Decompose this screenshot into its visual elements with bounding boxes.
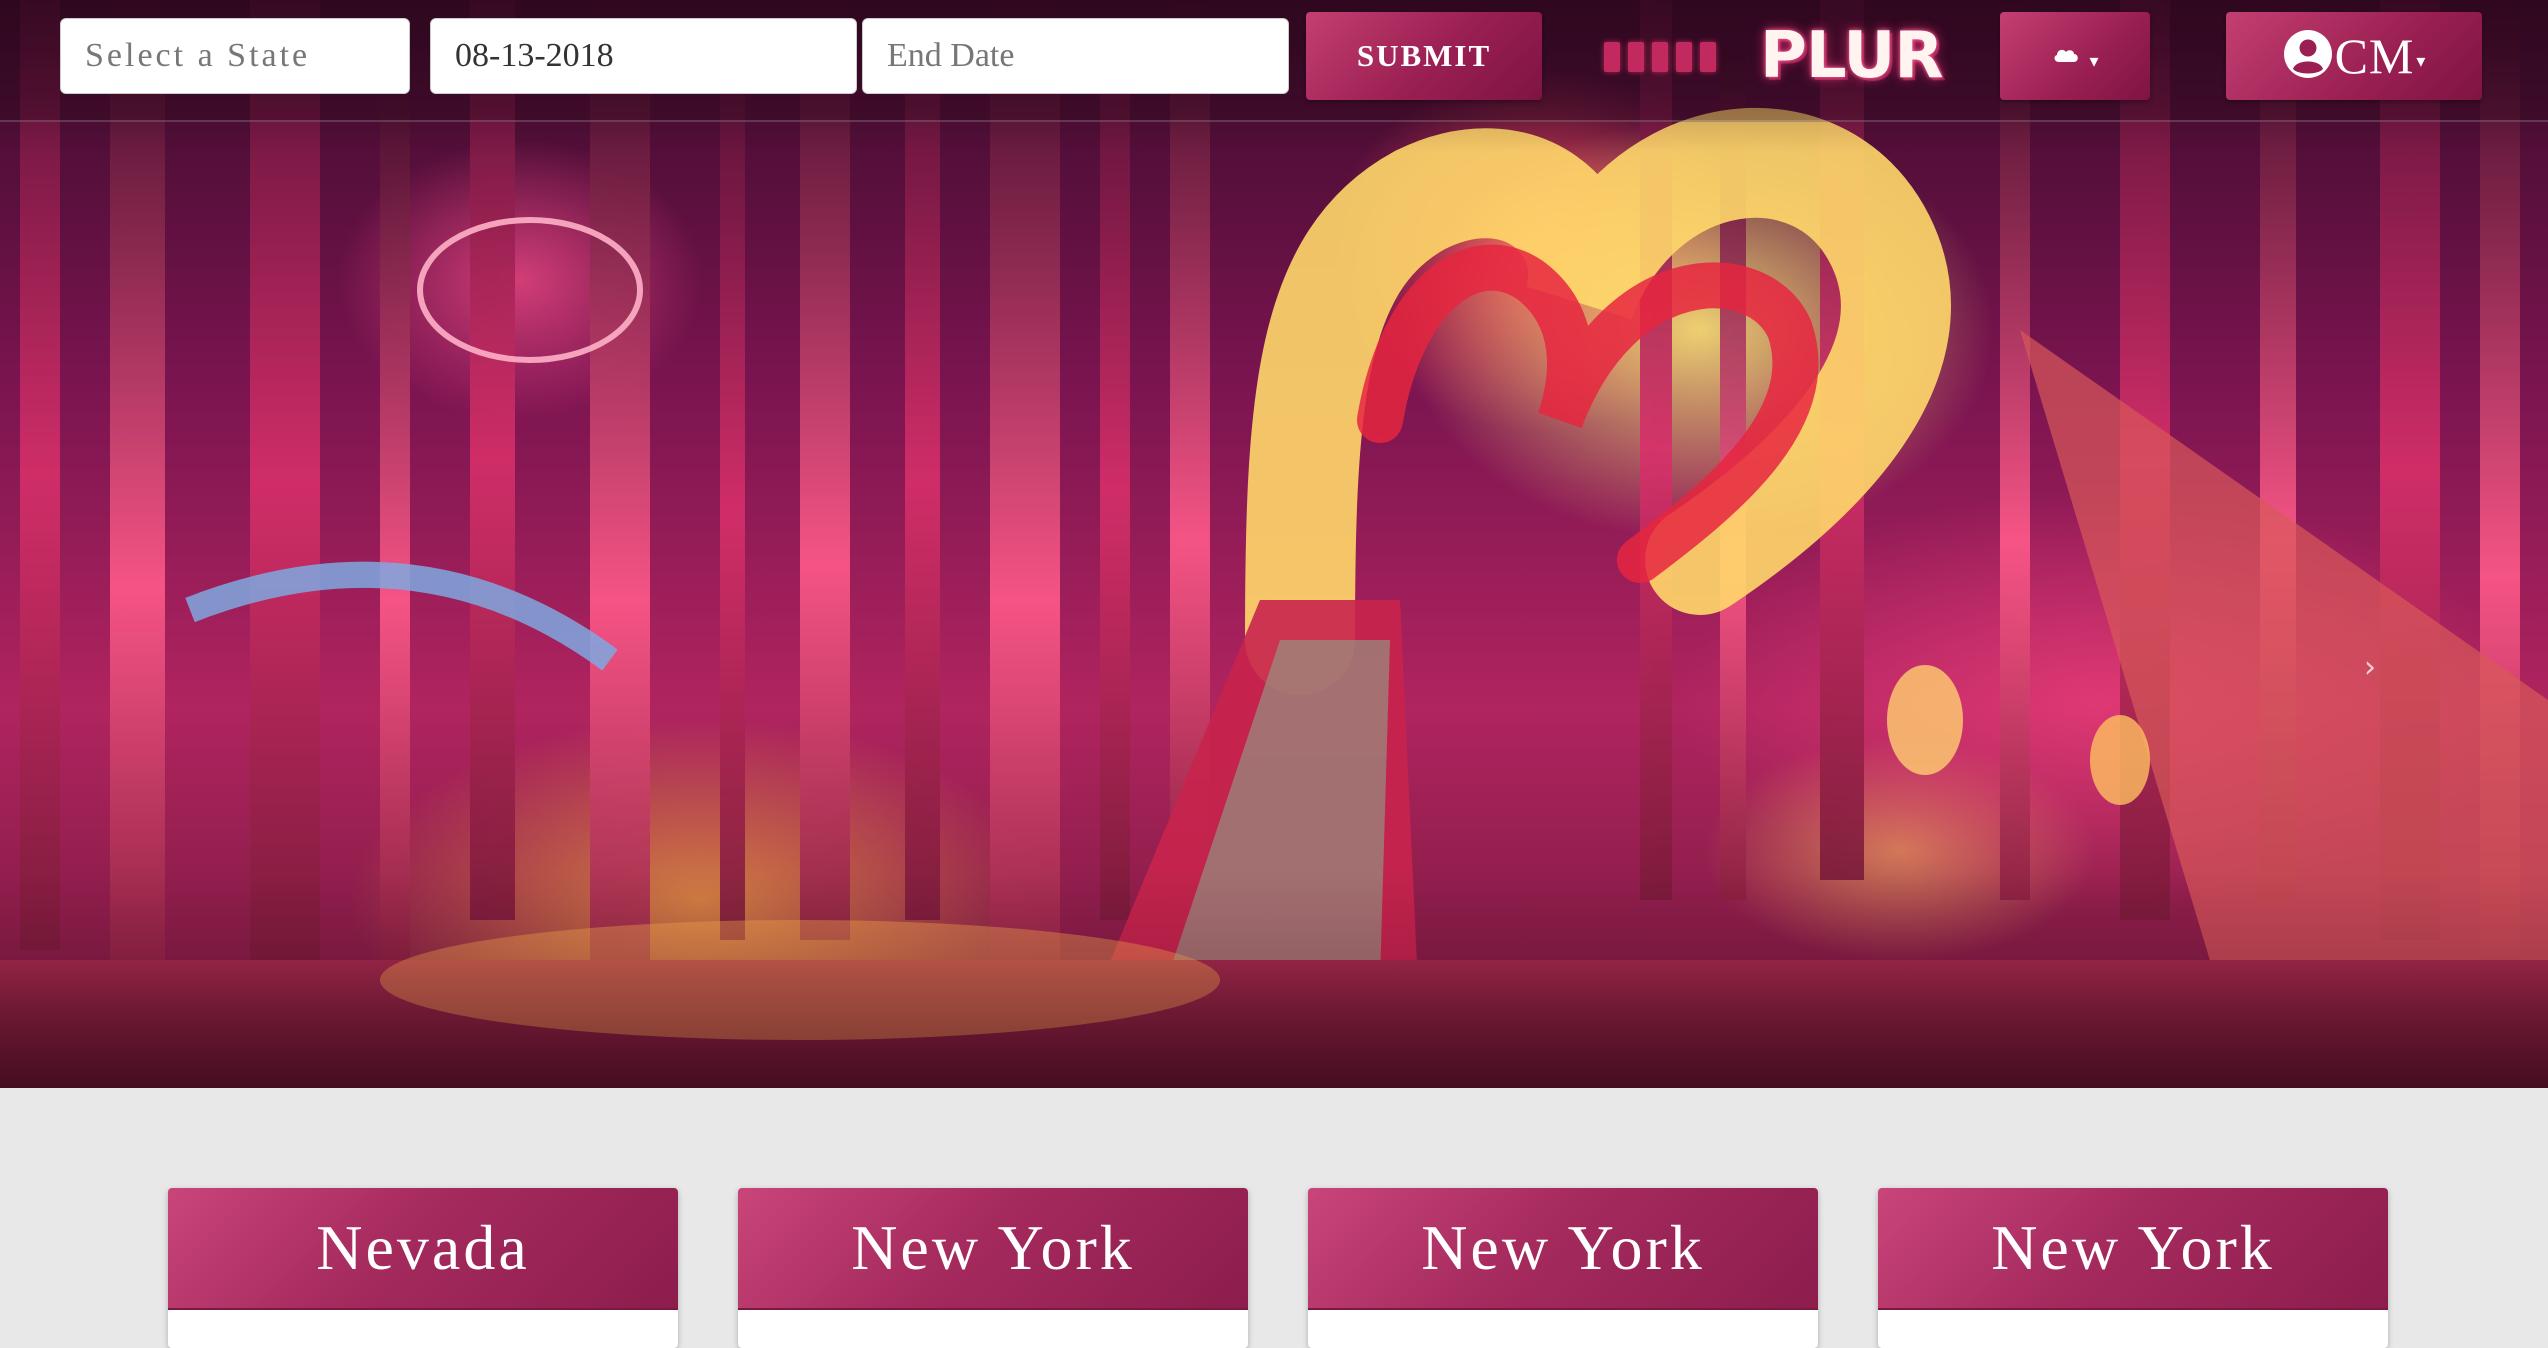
brand-logo[interactable]: PLUR <box>1760 6 1944 106</box>
event-card[interactable]: New York <box>738 1188 1248 1348</box>
card-title[interactable]: New York <box>1308 1188 1818 1310</box>
state-select-input[interactable] <box>60 18 410 94</box>
chevron-down-icon: ▾ <box>2416 50 2426 72</box>
hero-carousel: › <box>0 0 2548 1088</box>
user-circle-icon <box>2283 29 2333 84</box>
profile-dropdown-button[interactable]: CM ▾ <box>2226 12 2482 100</box>
top-navbar: SUBMIT PLUR ▾ CM ▾ <box>0 0 2548 122</box>
card-title[interactable]: Nevada <box>168 1188 678 1310</box>
event-card[interactable]: New York <box>1878 1188 2388 1348</box>
hero-overlay <box>0 0 2548 1088</box>
weather-dropdown-button[interactable]: ▾ <box>2000 12 2150 100</box>
start-date-input[interactable] <box>430 18 857 94</box>
profile-initials: CM <box>2334 28 2415 84</box>
card-title[interactable]: New York <box>738 1188 1248 1310</box>
cloud-icon <box>2051 44 2081 69</box>
carousel-next-arrow[interactable]: › <box>2352 650 2388 686</box>
logo-bars-icon <box>1604 42 1716 74</box>
event-card[interactable]: New York <box>1308 1188 1818 1348</box>
end-date-input[interactable] <box>862 18 1289 94</box>
event-card[interactable]: Nevada <box>168 1188 678 1348</box>
submit-button[interactable]: SUBMIT <box>1306 12 1542 100</box>
card-title[interactable]: New York <box>1878 1188 2388 1310</box>
chevron-down-icon: ▾ <box>2089 50 2099 72</box>
